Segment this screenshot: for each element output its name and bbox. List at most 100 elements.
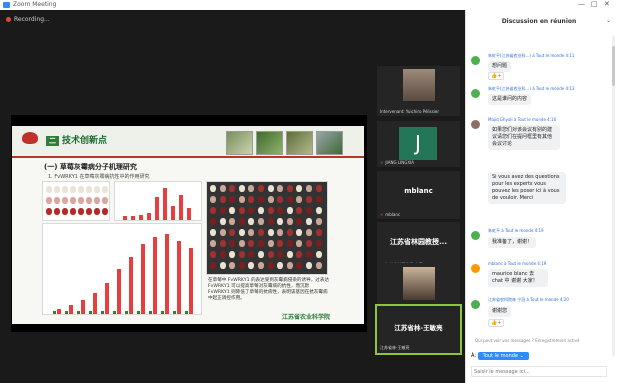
strawberry-sample — [267, 185, 274, 192]
chart-bar — [147, 212, 151, 220]
fruit-photo-panel-left — [42, 181, 110, 221]
strawberry-sample — [238, 262, 245, 269]
reaction-button[interactable]: 👍+ — [488, 319, 505, 327]
strawberry-sample — [210, 262, 216, 269]
strawberry-sample — [306, 251, 312, 258]
recording-indicator[interactable]: Recording... — [6, 16, 50, 23]
participant-name-3: ✕ mblanc — [380, 212, 401, 217]
strawberry-sample — [277, 229, 284, 236]
chat-collapse-icon[interactable]: ⌄ — [606, 17, 611, 24]
strawberry-sample — [54, 208, 60, 215]
strawberry-sample — [229, 196, 236, 203]
strawberry-sample — [210, 229, 216, 236]
strawberry-sample — [219, 240, 226, 247]
strawberry-sample — [238, 251, 245, 258]
chart-bar — [129, 256, 133, 314]
chat-scroll-thumb[interactable] — [612, 46, 615, 86]
strawberry-sample — [229, 240, 236, 247]
section-title-text: 技术创新点 — [62, 136, 108, 146]
participant-tile-6-active-speaker[interactable]: 江苏省林-王敏亮 江苏省林-王敏亮 — [375, 304, 462, 355]
user-avatar-icon — [471, 231, 480, 240]
figure-caption: 1. FvWRKY1 在草莓灰霉病抗性中的作用研究 — [48, 174, 150, 180]
chat-message-5: 朱虹平 à Tout le monde 4:19 我准备了，谢谢！ — [471, 228, 606, 256]
strawberry-sample — [78, 208, 84, 215]
chart-bar — [155, 196, 159, 220]
chart-bar — [139, 214, 143, 220]
chart-bar-control — [101, 311, 104, 314]
strawberry-sample — [86, 197, 92, 204]
participant-tile-1[interactable]: Intervenant: Yuichiro Pélissier — [377, 66, 460, 116]
strawberry-sample — [286, 251, 293, 258]
shared-screen: 二技术创新点 (一) 草莓灰霉病分子机理研究 1. FvWRKY1 在草莓灰霉病… — [11, 115, 367, 332]
close-window-button[interactable]: ✕ — [604, 0, 610, 8]
participant-tile-5[interactable]: ✕Majid Ghyoli — [377, 263, 460, 311]
chart-bar — [165, 234, 169, 314]
strawberry-sample — [219, 229, 226, 236]
message-text: 如果您们对该会议有别的建议请您们在提问框里有其他会议讨论 — [488, 125, 560, 150]
strawberry-sample — [258, 185, 264, 192]
chat-visibility-notice[interactable]: Qui peut voir vos messages ? Enregistrem… — [475, 338, 579, 343]
message-text: 想问题 — [488, 61, 512, 72]
strawberry-sample — [315, 262, 322, 269]
message-meta: 朱虹平(江苏省农业科...) à Tout le monde 4:11 — [488, 53, 575, 58]
chart-bar — [105, 282, 109, 314]
strawberry-sample — [315, 240, 322, 247]
strawberry-sample — [94, 186, 100, 193]
chart-bar-control — [173, 311, 176, 314]
strawberry-sample — [62, 208, 68, 215]
strawberry-sample — [219, 207, 226, 214]
strawberry-sample — [86, 186, 92, 193]
field-photo-2 — [256, 131, 283, 155]
participant-name-2: ✕ JIANG LINGXIA — [380, 160, 414, 165]
strawberry-sample — [286, 262, 293, 269]
message-text: 谢谢您 — [488, 306, 512, 317]
strawberry-sample — [102, 186, 108, 193]
strawberry-sample — [219, 196, 226, 203]
strawberry-sample — [267, 251, 274, 258]
strawberry-sample — [229, 229, 236, 236]
participant-tile-2[interactable]: J ✕ JIANG LINGXIA — [377, 121, 460, 167]
chart-bar — [141, 244, 145, 314]
strawberry-sample — [210, 207, 216, 214]
field-photo-1 — [226, 131, 253, 155]
section-number: 二 — [46, 136, 59, 146]
strawberry-sample — [229, 251, 236, 258]
slide-subtitle: (一) 草莓灰霉病分子机理研究 — [44, 163, 137, 171]
meeting-area: Recording... 二技术创新点 (一) 草莓灰霉病分子机理研究 1. F… — [0, 10, 465, 383]
field-photo-4 — [316, 131, 343, 155]
chat-message-7: 江苏省农科院林 宁冠 à Tout le monde 4:20 谢谢您 👍+ — [471, 297, 606, 333]
strawberry-sample — [46, 208, 52, 215]
strawberry-sample — [229, 218, 236, 225]
chart-bar — [117, 268, 121, 314]
chart-bar — [179, 195, 183, 220]
strawberry-sample — [258, 207, 264, 214]
recipient-select[interactable]: Tout le monde ⌄ — [477, 352, 529, 360]
message-meta: 朱虹平(江苏省农业科...) à Tout le monde 4:13 — [488, 86, 575, 91]
strawberry-sample — [238, 207, 245, 214]
strawberry-sample — [219, 262, 226, 269]
maximize-button[interactable]: □ — [591, 0, 598, 8]
strawberry-sample — [315, 218, 322, 225]
strawberry-sample — [258, 218, 264, 225]
chart-bar — [163, 188, 167, 220]
strawberry-sample — [248, 262, 255, 269]
strawberry-sample — [286, 240, 293, 247]
minimize-button[interactable]: — — [578, 0, 585, 8]
chart-bar-control — [89, 311, 92, 314]
reaction-button[interactable]: 👍+ — [488, 72, 505, 80]
chart-bar — [69, 305, 73, 314]
strawberry-sample — [277, 240, 284, 247]
strawberry-sample — [296, 185, 303, 192]
chat-message-input[interactable] — [471, 366, 607, 377]
strawberry-sample — [229, 262, 236, 269]
participant-avatar-j: J — [399, 127, 437, 160]
chart-bar — [123, 216, 127, 220]
strawberry-sample — [286, 185, 293, 192]
participant-tile-3[interactable]: mblanc ✕ mblanc — [377, 171, 460, 219]
strawberry-sample — [296, 196, 303, 203]
chat-title: Discussion en réunion — [501, 18, 577, 25]
strawberry-sample — [306, 262, 312, 269]
chart-bar — [57, 308, 61, 314]
message-meta: mblanc à Tout le monde 4:19 — [488, 261, 547, 266]
chart-bar-control — [125, 311, 128, 314]
